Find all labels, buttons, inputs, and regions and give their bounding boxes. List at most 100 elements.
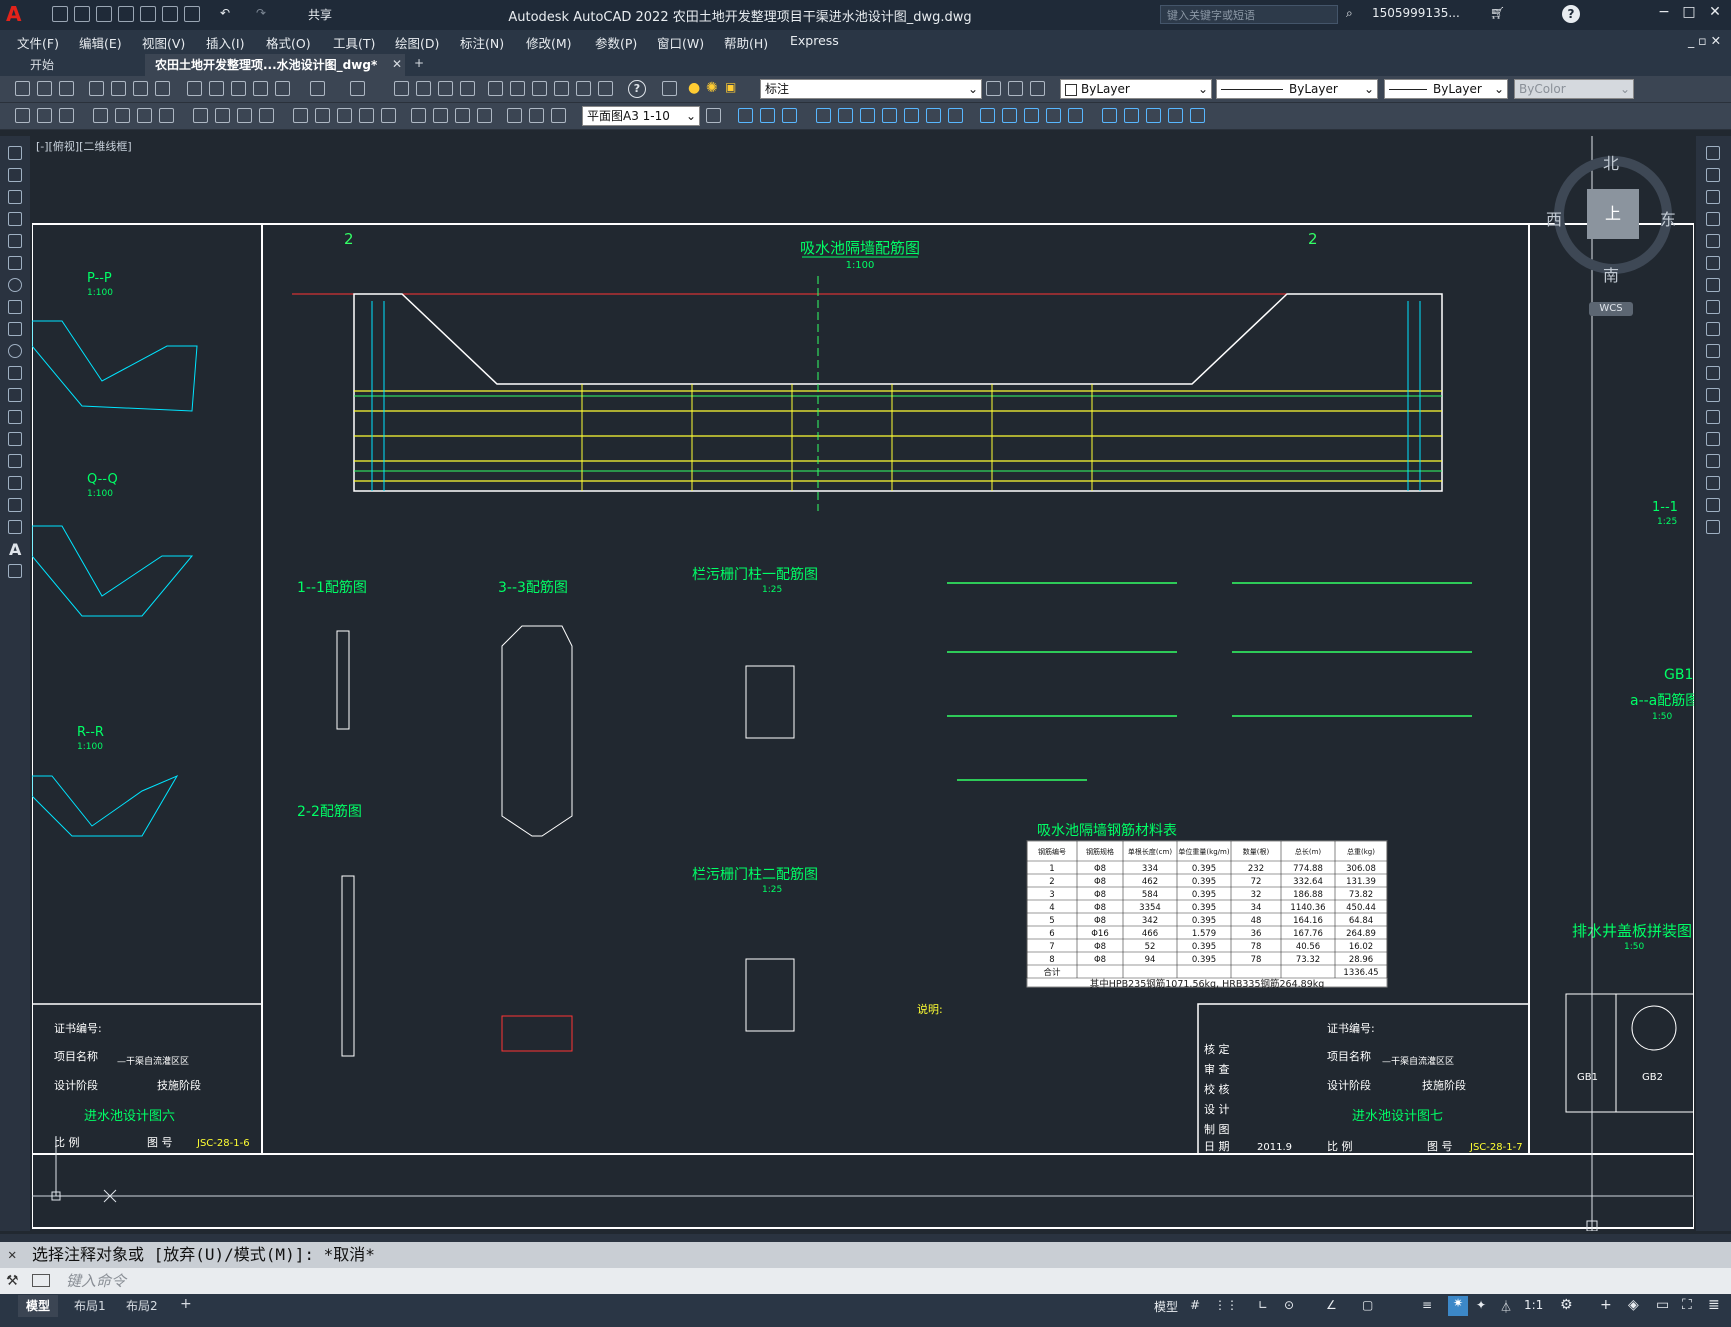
ortho-icon[interactable]: ∟ [1258, 1298, 1268, 1312]
copy-icon[interactable] [209, 81, 224, 96]
break-icon[interactable] [1706, 410, 1720, 424]
maximize-button[interactable]: □ [1678, 4, 1700, 24]
lightbulb-icon[interactable]: ● [688, 80, 700, 96]
jogged-linear-icon[interactable] [477, 108, 492, 123]
menu-help[interactable]: 帮助(H) [724, 33, 768, 52]
sheet-set-icon[interactable] [554, 81, 569, 96]
plot-icon[interactable] [184, 6, 200, 22]
plotstyle-select[interactable]: ByColor ⌄ [1514, 79, 1634, 99]
mtext-icon[interactable]: A [9, 540, 21, 559]
multileader-icon[interactable] [37, 108, 52, 123]
save-as-icon[interactable] [118, 6, 134, 22]
copy-obj-icon[interactable] [738, 108, 753, 123]
dim-jogged-icon[interactable] [215, 108, 230, 123]
scale-icon[interactable] [1706, 300, 1720, 314]
viewcube-north[interactable]: 北 [1603, 150, 1619, 174]
clean-screen-icon[interactable]: ⛶ [1682, 1297, 1692, 1313]
autocad-logo-icon[interactable]: A [6, 3, 28, 25]
menu-express[interactable]: Express [790, 33, 839, 48]
offset-icon[interactable] [782, 108, 797, 123]
new-tab-button[interactable]: + [414, 56, 424, 70]
lineweight-icon[interactable]: ≡ [1422, 1298, 1432, 1312]
wcs-menu[interactable]: WCS [1589, 302, 1633, 316]
gear-icon[interactable]: ⚙ [1560, 1297, 1573, 1313]
make-current-icon[interactable] [986, 81, 1001, 96]
gradient-icon[interactable] [8, 476, 22, 490]
menu-edit[interactable]: 编辑(E) [79, 33, 122, 52]
join-icon[interactable] [1002, 108, 1017, 123]
tolerance-icon[interactable] [411, 108, 426, 123]
dim-linear-icon[interactable] [93, 108, 108, 123]
text-front-icon[interactable] [1124, 108, 1139, 123]
dim-ordinate-icon[interactable] [159, 108, 174, 123]
send-back-icon[interactable] [1190, 108, 1205, 123]
polyline-icon[interactable] [8, 190, 22, 204]
tab-layout2[interactable]: 布局2 [118, 1295, 166, 1317]
menu-dimension[interactable]: 标注(N) [460, 33, 504, 52]
break-icon[interactable] [980, 108, 995, 123]
layer-previous-icon[interactable] [1008, 81, 1023, 96]
trim-icon[interactable] [926, 108, 941, 123]
layer-properties-icon[interactable] [662, 81, 677, 96]
extend-icon[interactable] [948, 108, 963, 123]
move-icon[interactable] [838, 108, 853, 123]
command-input[interactable]: 键入命令 [66, 1268, 126, 1294]
fillet-icon[interactable] [1706, 476, 1720, 490]
menu-insert[interactable]: 插入(I) [206, 33, 244, 52]
tab-model[interactable]: 模型 [18, 1295, 59, 1317]
dim-space-icon[interactable] [359, 108, 374, 123]
move-icon[interactable] [1706, 256, 1720, 270]
share-button[interactable]: 共享 [308, 6, 332, 23]
rectangle-icon[interactable] [8, 234, 22, 248]
dim-edit-icon[interactable] [507, 108, 522, 123]
command-grip[interactable] [0, 1234, 1731, 1242]
undo-icon[interactable] [310, 81, 325, 96]
osnap-icon[interactable]: ▢ [1362, 1298, 1373, 1312]
color-select[interactable]: ByLayer ⌄ [1060, 79, 1212, 99]
tab-document[interactable]: 农田土地开发整理项...水池设计图_dwg* [145, 54, 405, 76]
cut-icon[interactable] [187, 81, 202, 96]
mirror-icon[interactable] [760, 108, 775, 123]
open-icon[interactable] [74, 6, 90, 22]
insert-block-icon[interactable] [8, 388, 22, 402]
hatch-icon[interactable] [8, 454, 22, 468]
zoom-window-icon[interactable] [438, 81, 453, 96]
chamfer-icon[interactable] [1706, 454, 1720, 468]
construction-line-icon[interactable] [8, 168, 22, 182]
stretch-icon[interactable] [1706, 322, 1720, 336]
circle-icon[interactable] [8, 278, 22, 292]
zoom-realtime-icon[interactable] [416, 81, 431, 96]
close-button[interactable]: ✕ [1704, 4, 1726, 24]
annotation-visibility-icon[interactable]: ✷ [1448, 1296, 1468, 1316]
plot-preview-icon[interactable] [111, 81, 126, 96]
menu-modify[interactable]: 修改(M) [526, 33, 572, 52]
paste-icon[interactable] [231, 81, 246, 96]
polygon-icon[interactable] [8, 212, 22, 226]
tab-close-icon[interactable]: ✕ [392, 57, 402, 71]
inspection-icon[interactable] [455, 108, 470, 123]
rotate-icon[interactable] [1706, 278, 1720, 292]
open-web-icon[interactable] [140, 6, 156, 22]
save-web-icon[interactable] [162, 6, 178, 22]
customize-icon[interactable]: ≣ [1708, 1297, 1720, 1313]
dim-angular-icon[interactable] [259, 108, 274, 123]
tab-start[interactable]: 开始 [20, 54, 65, 76]
help-icon[interactable]: ? [628, 80, 646, 98]
sun-icon[interactable]: ✺ [706, 80, 718, 96]
zoom-previous-icon[interactable] [460, 81, 475, 96]
new-icon[interactable] [52, 6, 68, 22]
fillet-icon[interactable] [1046, 108, 1061, 123]
dim-baseline-icon[interactable] [315, 108, 330, 123]
rotate-icon[interactable] [860, 108, 875, 123]
viewport-scale-select[interactable]: 平面图A3 1-10 ⌄ [582, 106, 700, 126]
lock-icon[interactable]: ▣ [725, 80, 736, 94]
undo-icon[interactable]: ↶ [220, 6, 230, 20]
cart-icon[interactable]: 🛒︎ [1490, 6, 1505, 20]
viewcube-west[interactable]: 西 [1546, 206, 1562, 230]
array-icon[interactable] [816, 108, 831, 123]
plus-icon[interactable]: + [1600, 1297, 1612, 1313]
dim-text-edit-icon[interactable] [529, 108, 544, 123]
ellipse-icon[interactable] [8, 344, 22, 358]
polar-icon[interactable]: ⊙ [1284, 1298, 1294, 1312]
pan-icon[interactable] [394, 81, 409, 96]
